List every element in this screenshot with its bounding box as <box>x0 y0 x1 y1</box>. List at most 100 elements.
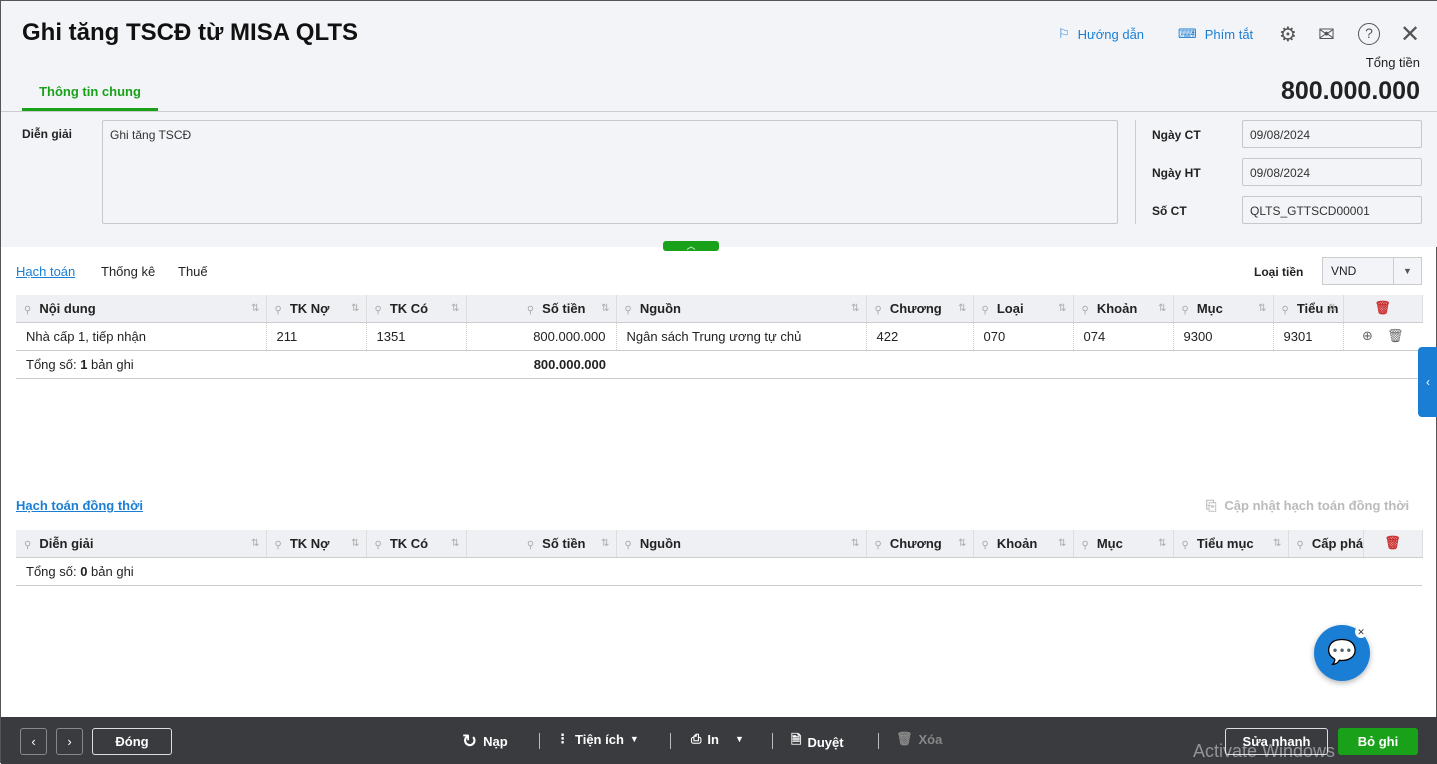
sort-icon[interactable]: ⇅ <box>1258 303 1266 314</box>
sort-icon[interactable]: ⇅ <box>1058 538 1066 549</box>
column-header[interactable]: ⚲ Khoản ⇅ <box>1073 295 1174 323</box>
column-header[interactable]: ⚲ Chương ⇅ <box>866 530 974 558</box>
voucher-date-input[interactable]: 09/08/2024 <box>1242 120 1422 148</box>
sort-icon[interactable]: ⇅ <box>958 538 966 549</box>
subtab-tax[interactable]: Thuế <box>178 264 208 279</box>
approve-button[interactable]: 🗎 Duyệt <box>791 731 844 753</box>
subtab-statistics[interactable]: Thống kê <box>101 264 155 279</box>
update-concurrent-button[interactable]: ⎘ Cập nhật hạch toán đồng thời <box>1206 498 1409 514</box>
column-header[interactable]: ⚲ TK Có ⇅ <box>366 530 467 558</box>
column-header[interactable]: ⚲ Nội dung ⇅ <box>16 295 267 323</box>
column-header[interactable]: ⚲ TK Nợ ⇅ <box>266 530 367 558</box>
column-header[interactable]: ⚲ Khoản ⇅ <box>973 530 1074 558</box>
column-header[interactable]: ⚲ Số tiền ⇅ <box>466 295 617 323</box>
table-cell[interactable]: 074 <box>1073 322 1174 351</box>
mail-icon[interactable]: ✉ <box>1318 22 1335 47</box>
pin-icon[interactable]: ⚲ <box>1282 305 1289 316</box>
sort-icon[interactable]: ⇅ <box>1273 538 1281 549</box>
sort-icon[interactable]: ⇅ <box>601 538 609 549</box>
gear-icon[interactable]: ⚙ <box>1279 22 1297 47</box>
pin-icon[interactable]: ⚲ <box>625 305 632 316</box>
column-header[interactable]: ⚲ TK Có ⇅ <box>366 295 467 323</box>
column-header[interactable]: ⚲ Nguồn ⇅ <box>616 295 867 323</box>
column-header[interactable]: ⚲ Cấp phá <box>1288 530 1364 558</box>
table-cell[interactable]: 800.000.000 <box>466 322 617 351</box>
pin-icon[interactable]: ⚲ <box>24 305 31 316</box>
voucher-no-input[interactable]: QLTS_GTTSCD00001 <box>1242 196 1422 224</box>
sort-icon[interactable]: ⇅ <box>251 538 259 549</box>
sort-icon[interactable]: ⇅ <box>451 538 459 549</box>
pin-icon[interactable]: ⚲ <box>1082 540 1089 551</box>
pin-icon[interactable]: ⚲ <box>982 540 989 551</box>
column-header[interactable]: ⚲ Mục ⇅ <box>1173 295 1274 323</box>
next-button[interactable]: › <box>56 728 83 755</box>
sort-icon[interactable]: ⇅ <box>351 538 359 549</box>
table-cell[interactable]: Nhà cấp 1, tiếp nhận <box>16 322 267 351</box>
column-header[interactable]: ⚲ Số tiền ⇅ <box>466 530 617 558</box>
reload-button[interactable]: ↻ Nạp <box>462 731 508 752</box>
delete-button[interactable]: 🗑 Xóa <box>896 731 942 747</box>
close-icon[interactable]: ✕ <box>1400 20 1420 49</box>
pin-icon[interactable]: ⚲ <box>275 540 282 551</box>
currency-select[interactable]: VND ▼ <box>1322 257 1422 285</box>
sort-icon[interactable]: ⇅ <box>1158 303 1166 314</box>
column-header[interactable]: ⚲ Chương ⇅ <box>866 295 974 323</box>
column-header[interactable]: ⚲ Mục ⇅ <box>1073 530 1174 558</box>
delete-all-icon[interactable]: 🗑 <box>1374 300 1391 315</box>
tab-general-info[interactable]: Thông tin chung <box>22 81 158 111</box>
sort-icon[interactable]: ⇅ <box>1058 303 1066 314</box>
column-header[interactable]: ⚲ Tiểu m ⇅ <box>1273 295 1344 323</box>
close-chat-icon[interactable]: ✕ <box>1355 626 1367 638</box>
pin-icon[interactable]: ⚲ <box>527 305 534 316</box>
table-cell[interactable]: 9301 <box>1273 322 1344 351</box>
sort-icon[interactable]: ⇅ <box>451 303 459 314</box>
sort-icon[interactable]: ⇅ <box>851 303 859 314</box>
trash-icon[interactable]: 🗑 <box>1387 328 1404 343</box>
guide-link[interactable]: ⚐ Hướng dẫn <box>1058 26 1144 42</box>
sort-icon[interactable]: ⇅ <box>1328 303 1336 314</box>
sort-icon[interactable]: ⇅ <box>1158 538 1166 549</box>
table-row[interactable]: Nhà cấp 1, tiếp nhận 211 1351 800.000.000 Ng… <box>16 322 1422 351</box>
pin-icon[interactable]: ⚲ <box>527 540 534 551</box>
pin-icon[interactable]: ⚲ <box>275 305 282 316</box>
table-cell[interactable]: 422 <box>866 322 974 351</box>
table-cell[interactable]: 1351 <box>366 322 467 351</box>
table-cell[interactable]: 070 <box>973 322 1074 351</box>
print-button[interactable]: ⎙ In ▼ <box>691 731 744 747</box>
concurrent-accounting-title[interactable]: Hạch toán đồng thời <box>16 498 143 513</box>
sort-icon[interactable]: ⇅ <box>601 303 609 314</box>
pin-icon[interactable]: ⚲ <box>875 305 882 316</box>
collapse-button[interactable]: ︿ <box>663 241 719 251</box>
close-button[interactable]: Đóng <box>92 728 172 755</box>
pin-icon[interactable]: ⚲ <box>875 540 882 551</box>
unpost-button[interactable]: Bỏ ghi <box>1338 728 1418 755</box>
pin-icon[interactable]: ⚲ <box>982 305 989 316</box>
add-row-icon[interactable]: ⊕ <box>1362 328 1373 343</box>
sort-icon[interactable]: ⇅ <box>351 303 359 314</box>
column-header[interactable]: ⚲ Nguồn ⇅ <box>616 530 867 558</box>
sort-icon[interactable]: ⇅ <box>251 303 259 314</box>
pin-icon[interactable]: ⚲ <box>1182 540 1189 551</box>
column-header[interactable]: ⚲ Tiểu mục ⇅ <box>1173 530 1289 558</box>
table-cell[interactable]: Ngân sách Trung ương tự chủ <box>616 322 867 351</box>
side-panel-toggle[interactable]: ‹ <box>1418 347 1437 417</box>
pin-icon[interactable]: ⚲ <box>375 305 382 316</box>
pin-icon[interactable]: ⚲ <box>1182 305 1189 316</box>
pin-icon[interactable]: ⚲ <box>625 540 632 551</box>
prev-button[interactable]: ‹ <box>20 728 47 755</box>
sort-icon[interactable]: ⇅ <box>851 538 859 549</box>
pin-icon[interactable]: ⚲ <box>375 540 382 551</box>
table-cell[interactable]: 211 <box>266 322 367 351</box>
posting-date-input[interactable]: 09/08/2024 <box>1242 158 1422 186</box>
delete-all-icon[interactable]: 🗑 <box>1384 535 1401 550</box>
pin-icon[interactable]: ⚲ <box>24 540 31 551</box>
subtab-accounting[interactable]: Hạch toán <box>16 264 75 279</box>
column-header[interactable]: ⚲ Loại ⇅ <box>973 295 1074 323</box>
sort-icon[interactable]: ⇅ <box>958 303 966 314</box>
table-cell[interactable]: 9300 <box>1173 322 1274 351</box>
column-header[interactable]: ⚲ Diễn giải ⇅ <box>16 530 267 558</box>
help-icon[interactable]: ? <box>1358 23 1380 45</box>
shortcuts-link[interactable]: ⌨ Phím tắt <box>1178 26 1253 42</box>
column-header[interactable]: ⚲ TK Nợ ⇅ <box>266 295 367 323</box>
description-input[interactable]: Ghi tăng TSCĐ <box>102 120 1118 224</box>
